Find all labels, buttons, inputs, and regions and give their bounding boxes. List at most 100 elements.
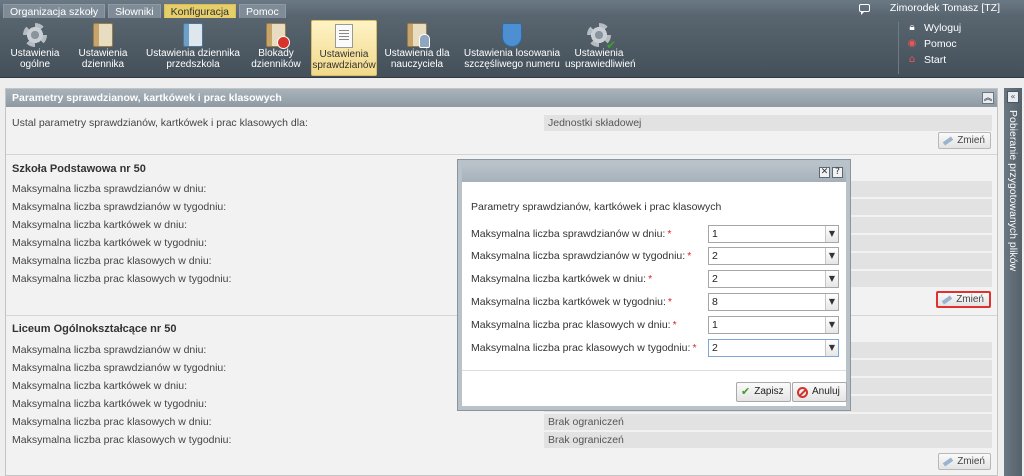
- scope-label: Ustal parametry sprawdzianów, kartkówek …: [12, 117, 308, 129]
- logout-label: Wyloguj: [924, 22, 962, 34]
- menu-konfiguracja[interactable]: Konfiguracja: [163, 4, 237, 18]
- required-marker: *: [667, 228, 672, 240]
- divider: [6, 154, 997, 155]
- dialog-titlebar: ✕ ?: [462, 164, 846, 182]
- save-button[interactable]: ✔ Zapisz: [736, 382, 791, 402]
- start-link[interactable]: ⌂ Start: [906, 52, 961, 68]
- chevron-down-icon[interactable]: ▼: [825, 226, 838, 242]
- required-marker: *: [648, 273, 653, 285]
- toolbar-label: Ustawienia dziennika: [146, 48, 240, 59]
- param-label: Maksymalna liczba kartkówek w dniu:: [12, 219, 188, 231]
- param-label: Maksymalna liczba sprawdzianów w dniu:: [12, 183, 207, 195]
- user-name[interactable]: Zimorodek Tomasz [TZ]: [890, 2, 1000, 14]
- change-scope-button[interactable]: Zmień: [938, 132, 991, 149]
- toolbar-ustawienia-dla-nauczyciela[interactable]: Ustawienia dla nauczyciela: [384, 20, 450, 76]
- help-icon[interactable]: ?: [832, 167, 843, 178]
- toolbar-label: Ustawienia: [78, 48, 128, 59]
- select-prace-tydzien[interactable]: 2 ▼: [708, 339, 839, 357]
- select-value: 8: [712, 296, 718, 308]
- save-label: Zapisz: [754, 386, 784, 397]
- toolbar-label: Blokady: [258, 48, 294, 59]
- double-chevron-left-icon[interactable]: «: [1007, 91, 1019, 103]
- field-label-text: Maksymalna liczba prac klasowych w dniu:: [471, 319, 671, 331]
- toolbar-label: Ustawienia losowania: [463, 48, 561, 59]
- toolbar-label: szczęśliwego numeru: [464, 59, 560, 70]
- panel-title: Parametry sprawdzianow, kartkówek i prac…: [12, 92, 282, 104]
- select-value: 1: [712, 228, 718, 240]
- select-kartkowki-tydzien[interactable]: 8 ▼: [708, 293, 839, 311]
- required-marker: *: [687, 250, 692, 262]
- menu-pomoc[interactable]: Pomoc: [239, 4, 286, 18]
- logout-link[interactable]: 🔒︎ Wyloguj: [906, 20, 961, 36]
- help-link[interactable]: ◉ Pomoc: [906, 36, 961, 52]
- toolbar-label: Ustawienia: [574, 48, 624, 59]
- field-label-text: Maksymalna liczba kartkówek w tygodniu:: [471, 296, 666, 308]
- change-section-1-button[interactable]: Zmień: [936, 291, 991, 308]
- dialog-heading: Parametry sprawdzianów, kartkówek i prac…: [471, 201, 722, 213]
- param-value: Brak ograniczeń: [544, 432, 992, 448]
- toolbar-ustawienia-dziennika-przedszkola[interactable]: Ustawienia dziennika przedszkola: [143, 20, 243, 76]
- checkmark-icon: ✔: [741, 385, 751, 398]
- param-label: Maksymalna liczba sprawdzianów w dniu:: [12, 344, 207, 356]
- toolbar-label: ogólne: [19, 59, 51, 70]
- select-prace-dzien[interactable]: 1 ▼: [708, 316, 839, 334]
- param-label: Maksymalna liczba sprawdzianów w tygodni…: [12, 362, 227, 374]
- chevron-down-icon[interactable]: ▼: [825, 317, 838, 333]
- toolbar-label: dziennika: [81, 59, 125, 70]
- close-icon[interactable]: ✕: [819, 167, 830, 178]
- field-label-text: Maksymalna liczba prac klasowych w tygod…: [471, 342, 691, 354]
- toolbar-label: nauczyciela: [390, 59, 444, 70]
- required-marker: *: [672, 319, 677, 331]
- toolbar-label: usprawiedliwień: [565, 59, 636, 70]
- chevron-down-icon[interactable]: ▼: [825, 248, 838, 264]
- top-menu-bar: Organizacja szkoły Słowniki Konfiguracja…: [0, 0, 1024, 18]
- toolbar: Ustawienia ogólne Ustawienia dziennika U…: [0, 18, 1024, 78]
- user-box: Zimorodek Tomasz [TZ]: [858, 2, 1000, 15]
- field-label: Maksymalna liczba prac klasowych w tygod…: [471, 339, 697, 357]
- required-marker: *: [667, 296, 673, 308]
- chevron-down-icon[interactable]: ▼: [825, 340, 838, 356]
- quick-links: 🔒︎ Wyloguj ◉ Pomoc ⌂ Start: [906, 20, 962, 68]
- toolbar-ustawienia-dziennika[interactable]: Ustawienia dziennika: [74, 20, 132, 76]
- change-section-2-button[interactable]: Zmień: [938, 453, 991, 470]
- toolbar-label: Ustawienia dla: [384, 48, 450, 59]
- cancel-button[interactable]: Anuluj: [792, 382, 847, 402]
- button-label: Zmień: [957, 135, 985, 146]
- select-value: 1: [712, 319, 718, 331]
- toolbar-ustawienia-sprawdzianow[interactable]: Ustawienia sprawdzianów: [311, 20, 377, 76]
- home-icon: ⌂: [908, 54, 916, 65]
- select-kartkowki-dzien[interactable]: 2 ▼: [708, 270, 839, 288]
- toolbar-ustawienia-usprawiedliwien[interactable]: Ustawienia usprawiedliwień: [565, 20, 636, 76]
- toolbar-separator: [898, 22, 899, 74]
- field-label-text: Maksymalna liczba sprawdzianów w tygodni…: [471, 250, 686, 262]
- field-label: Maksymalna liczba sprawdzianów w dniu: *: [471, 225, 671, 243]
- param-label: Maksymalna liczba prac klasowych w dniu:: [12, 416, 212, 428]
- scope-value: Jednostki składowej: [544, 115, 992, 131]
- select-sprawdziany-tydzien[interactable]: 2 ▼: [708, 247, 839, 265]
- start-label: Start: [924, 54, 947, 66]
- toolbar-ustawienia-losowania[interactable]: Ustawienia losowania szczęśliwego numeru: [462, 20, 562, 76]
- menu-slowniki[interactable]: Słowniki: [108, 4, 161, 18]
- chat-icon[interactable]: [858, 4, 870, 15]
- lifebuoy-icon: ◉: [907, 38, 917, 49]
- toolbar-label: przedszkola: [166, 59, 220, 70]
- select-value: 2: [712, 273, 718, 285]
- chevron-down-icon[interactable]: ▼: [825, 294, 838, 310]
- toolbar-ustawienia-ogolne[interactable]: Ustawienia ogólne: [6, 20, 64, 76]
- select-sprawdziany-dzien[interactable]: 1 ▼: [708, 225, 839, 243]
- gear-icon: [23, 23, 47, 47]
- cancel-icon: [797, 386, 808, 398]
- param-label: Maksymalna liczba kartkówek w dniu:: [12, 380, 188, 392]
- book-icon: [183, 23, 203, 47]
- pencil-icon: [942, 135, 954, 146]
- collapse-icon[interactable]: ︽: [982, 92, 994, 104]
- menu-organizacja-szkoly[interactable]: Organizacja szkoły: [3, 4, 106, 18]
- lock-book-icon: [266, 23, 290, 49]
- book-icon: [93, 23, 113, 47]
- chevron-down-icon[interactable]: ▼: [825, 271, 838, 287]
- top-menu: Organizacja szkoły Słowniki Konfiguracja…: [0, 0, 289, 18]
- downloads-side-tab[interactable]: « Pobieranie przygotowanych plików: [1004, 88, 1022, 476]
- toolbar-blokady-dziennikow[interactable]: Blokady dzienników: [250, 20, 302, 76]
- help-label: Pomoc: [924, 38, 957, 50]
- field-label: Maksymalna liczba sprawdzianów w tygodni…: [471, 247, 691, 265]
